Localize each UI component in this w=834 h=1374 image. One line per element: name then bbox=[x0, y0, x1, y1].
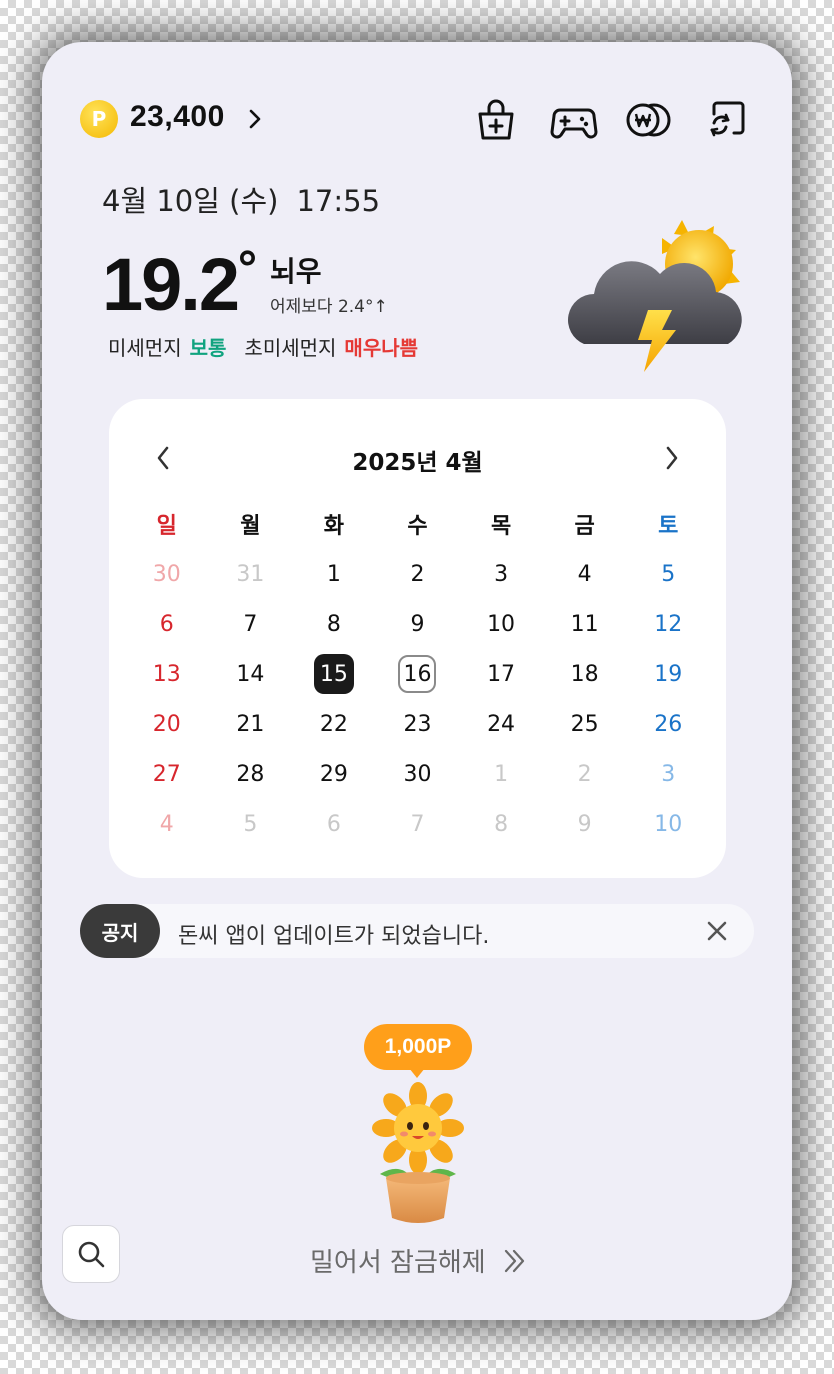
calendar-day[interactable]: 21 bbox=[209, 699, 293, 749]
date-time: 4월 10일 (수) 17:55 bbox=[102, 178, 398, 220]
calendar-day[interactable]: 30 bbox=[376, 749, 460, 799]
calendar-day[interactable]: 9 bbox=[543, 799, 627, 849]
refresh-screen-icon[interactable] bbox=[704, 96, 752, 144]
notice-tag: 공지 bbox=[80, 904, 160, 958]
double-chevron-right-icon bbox=[504, 1249, 525, 1273]
calendar-widget: 2025년 4월 일 월 화 수 목 금 토 30 31 1 2 3 4 5 6… bbox=[109, 399, 726, 878]
calendar-day[interactable]: 9 bbox=[376, 599, 460, 649]
calendar-day[interactable]: 1 bbox=[292, 549, 376, 599]
weekday-label: 화 bbox=[323, 514, 345, 539]
notice-text: 돈씨 앱이 업데이트가 되었습니다. bbox=[178, 924, 490, 949]
calendar-day[interactable]: 31 bbox=[209, 549, 293, 599]
calendar-day[interactable]: 6 bbox=[292, 799, 376, 849]
calendar-day[interactable]: 18 bbox=[543, 649, 627, 699]
calendar-day[interactable]: 6 bbox=[125, 599, 209, 649]
calendar-day[interactable]: 12 bbox=[626, 599, 710, 649]
calendar-day[interactable]: 4 bbox=[125, 799, 209, 849]
calendar-day[interactable]: 4 bbox=[543, 549, 627, 599]
calendar-month-title: 2025년 4월 bbox=[352, 450, 483, 476]
coin-letter: P bbox=[91, 107, 107, 131]
calendar-day[interactable]: 3 bbox=[626, 749, 710, 799]
calendar-day[interactable]: 13 bbox=[125, 649, 209, 699]
calendar-day[interactable]: 19 bbox=[626, 649, 710, 699]
temperature-change: 어제보다 2.4°↑ bbox=[270, 297, 388, 317]
slide-to-unlock-label[interactable]: 밀어서 잠금해제 bbox=[310, 1242, 486, 1279]
weekday-label: 일 bbox=[156, 514, 177, 539]
calendar-day[interactable]: 7 bbox=[209, 599, 293, 649]
calendar-day[interactable]: 14 bbox=[209, 649, 293, 699]
temperature: 19.2 bbox=[102, 243, 240, 326]
calendar-day[interactable]: 1 bbox=[459, 749, 543, 799]
calendar-grid: 일 월 화 수 목 금 토 30 31 1 2 3 4 5 6 7 8 9 10… bbox=[125, 499, 710, 849]
chevron-right-icon[interactable] bbox=[248, 108, 262, 130]
reward-bubble: 1,000P bbox=[364, 1024, 472, 1070]
calendar-day[interactable]: 29 bbox=[292, 749, 376, 799]
weekday-label: 토 bbox=[658, 514, 679, 539]
sunflower-icon[interactable] bbox=[360, 1082, 476, 1228]
calendar-day[interactable]: 30 bbox=[125, 549, 209, 599]
calendar-day-today[interactable]: 15 bbox=[292, 649, 376, 699]
search-button[interactable] bbox=[62, 1225, 120, 1283]
today-marker: 15 bbox=[313, 654, 354, 694]
calendar-day[interactable]: 20 bbox=[125, 699, 209, 749]
calendar-day[interactable]: 24 bbox=[459, 699, 543, 749]
calendar-day[interactable]: 7 bbox=[376, 799, 460, 849]
calendar-day[interactable]: 2 bbox=[543, 749, 627, 799]
point-coin-icon: P bbox=[80, 100, 118, 138]
calendar-day[interactable]: 8 bbox=[292, 599, 376, 649]
gamepad-icon[interactable] bbox=[550, 96, 598, 144]
shop-bag-icon[interactable] bbox=[472, 96, 520, 144]
search-icon bbox=[78, 1241, 105, 1268]
notice-banner[interactable]: 공지 돈씨 앱이 업데이트가 되었습니다. bbox=[80, 904, 754, 958]
selected-marker: 16 bbox=[398, 655, 437, 693]
calendar-day[interactable]: 11 bbox=[543, 599, 627, 649]
calendar-day-selected[interactable]: 16 bbox=[376, 649, 460, 699]
fine-dust-label: 미세먼지 bbox=[108, 336, 182, 360]
calendar-day[interactable]: 8 bbox=[459, 799, 543, 849]
calendar-day[interactable]: 10 bbox=[626, 799, 710, 849]
calendar-day[interactable]: 5 bbox=[626, 549, 710, 599]
fine-dust-value: 보통 bbox=[189, 336, 227, 360]
calendar-day[interactable]: 26 bbox=[626, 699, 710, 749]
bubble-tail bbox=[409, 1068, 425, 1078]
ultrafine-dust-value: 매우나쁨 bbox=[344, 336, 419, 360]
calendar-day[interactable]: 5 bbox=[209, 799, 293, 849]
ultrafine-dust-label: 초미세먼지 bbox=[244, 336, 337, 360]
close-icon[interactable] bbox=[706, 920, 728, 942]
weekday-label: 수 bbox=[407, 514, 428, 539]
calendar-day[interactable]: 22 bbox=[292, 699, 376, 749]
weekday-label: 목 bbox=[490, 514, 512, 539]
calendar-day[interactable]: 27 bbox=[125, 749, 209, 799]
time-text: 17:55 bbox=[296, 184, 381, 218]
calendar-day[interactable]: 10 bbox=[459, 599, 543, 649]
chevron-right-icon[interactable] bbox=[664, 445, 680, 471]
calendar-day[interactable]: 25 bbox=[543, 699, 627, 749]
point-balance[interactable]: 23,400 bbox=[130, 100, 225, 134]
weather-condition: 뇌우 bbox=[270, 255, 322, 288]
thunderstorm-icon bbox=[568, 220, 742, 372]
calendar-day[interactable]: 28 bbox=[209, 749, 293, 799]
degree-symbol: ° bbox=[236, 242, 259, 296]
weekday-label: 월 bbox=[240, 514, 261, 539]
lock-screen: P 23,400 4월 10일 (수) 17:55 19.2 ° 뇌우 어제보다 … bbox=[42, 42, 792, 1320]
air-quality: 미세먼지 보통 초미세먼지 매우나쁨 bbox=[108, 332, 418, 361]
calendar-day[interactable]: 2 bbox=[376, 549, 460, 599]
calendar-day[interactable]: 3 bbox=[459, 549, 543, 599]
calendar-day[interactable]: 17 bbox=[459, 649, 543, 699]
date-text: 4월 10일 (수) bbox=[102, 184, 279, 218]
weekday-label: 금 bbox=[574, 514, 595, 539]
calendar-day[interactable]: 23 bbox=[376, 699, 460, 749]
won-coins-icon[interactable] bbox=[624, 96, 672, 144]
